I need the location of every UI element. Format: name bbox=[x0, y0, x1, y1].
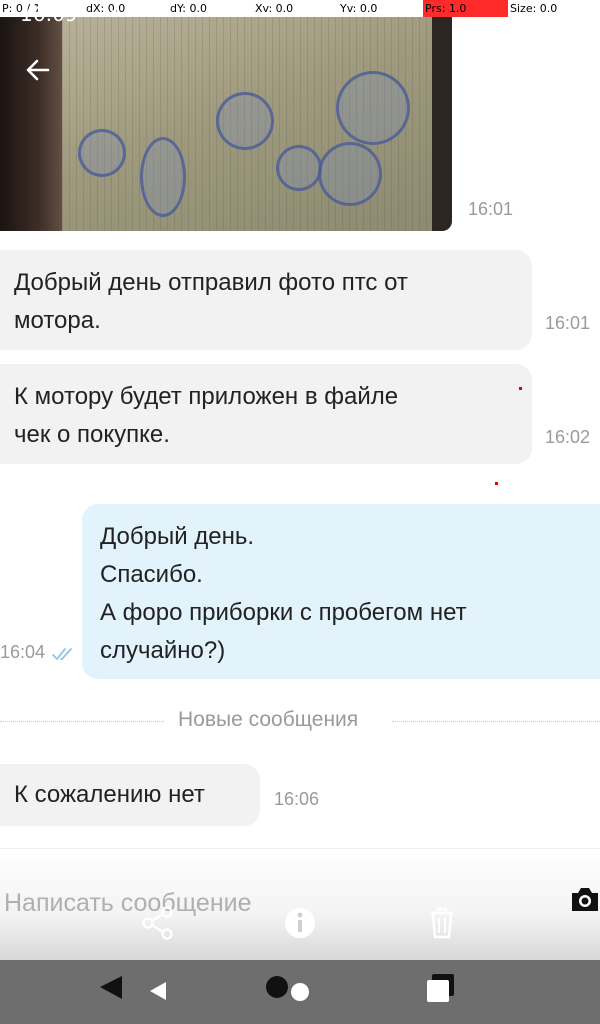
message-time: 16:01 bbox=[545, 313, 591, 333]
debug-pressure: Prs: 1.0 bbox=[423, 0, 508, 17]
message-input[interactable]: Написать сообщение bbox=[4, 889, 252, 918]
message-time: 16:06 bbox=[274, 789, 320, 809]
message-time: 16:04 bbox=[0, 642, 46, 662]
debug-yv: Yv: 0.0 bbox=[340, 2, 378, 15]
message-composer: Написать сообщение bbox=[0, 848, 600, 960]
home-nav-icon[interactable] bbox=[264, 974, 314, 1008]
camera-icon[interactable] bbox=[570, 884, 600, 914]
message-text-line: Добрый день. bbox=[100, 523, 255, 550]
incoming-message-bubble[interactable]: К сожалению нет bbox=[0, 764, 260, 826]
recents-nav-icon[interactable] bbox=[424, 972, 458, 1006]
incoming-message-bubble[interactable]: К мотору будет приложен в файле чек о по… bbox=[0, 364, 532, 464]
document-stamp bbox=[78, 129, 126, 177]
message-time: 16:02 bbox=[545, 427, 591, 447]
info-icon[interactable] bbox=[283, 906, 317, 940]
double-check-icon bbox=[52, 648, 72, 661]
trash-icon[interactable] bbox=[425, 906, 459, 940]
status-clock: 16:09 bbox=[20, 2, 78, 26]
incoming-message-bubble[interactable]: Добрый день отправил фото птс от мотора. bbox=[0, 250, 532, 350]
touch-trace-dot bbox=[495, 482, 498, 485]
debug-xv: Xv: 0.0 bbox=[255, 2, 294, 15]
message-time: 16:01 bbox=[468, 199, 514, 219]
new-messages-divider: Новые сообщения bbox=[0, 708, 600, 734]
message-text-line: случайно?) bbox=[100, 637, 226, 664]
touch-trace-dot bbox=[519, 387, 522, 390]
new-messages-label: Новые сообщения bbox=[178, 708, 359, 731]
message-text-line: Спасибо. bbox=[100, 561, 203, 588]
debug-size: Size: 0.0 bbox=[510, 2, 558, 15]
document-stamp bbox=[276, 145, 322, 191]
battery-icon: ▮ bbox=[576, 4, 584, 20]
outgoing-message-bubble[interactable]: Добрый день. Спасибо. А форо приборки с … bbox=[82, 504, 600, 679]
debug-dy: dY: 0.0 bbox=[170, 2, 207, 15]
message-text-line: мотора. bbox=[14, 307, 101, 334]
share-icon[interactable] bbox=[141, 906, 175, 940]
message-text-line: Добрый день отправил фото птс от bbox=[14, 269, 408, 296]
message-text-line: А форо приборки с пробегом нет bbox=[100, 599, 467, 626]
more-vertical-icon[interactable] bbox=[562, 56, 578, 84]
document-stamp bbox=[336, 71, 410, 145]
arrow-left-icon[interactable] bbox=[24, 56, 52, 84]
message-text-line: К сожалению нет bbox=[14, 781, 205, 808]
message-text-line: чек о покупке. bbox=[14, 421, 170, 448]
message-text-line: К мотору будет приложен в файле bbox=[14, 383, 399, 410]
document-stamp bbox=[318, 142, 382, 206]
document-stamp bbox=[140, 137, 186, 217]
back-nav-icon[interactable] bbox=[98, 974, 178, 1008]
status-notification-icons: ▲●● bbox=[90, 4, 139, 20]
document-stamp bbox=[216, 92, 274, 150]
photo-attachment[interactable] bbox=[0, 17, 452, 231]
